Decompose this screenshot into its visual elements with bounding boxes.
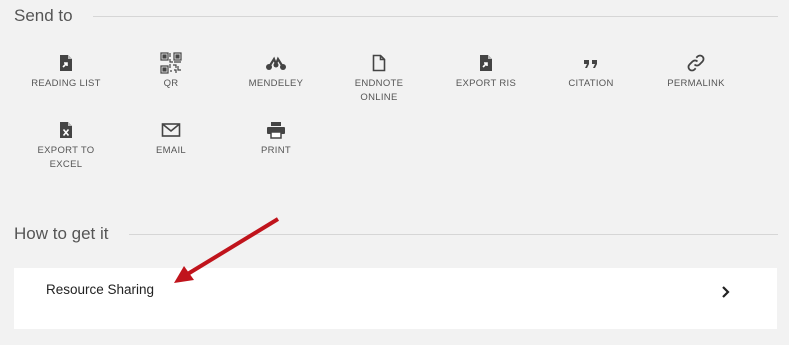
qr-button[interactable]: QR — [125, 52, 217, 91]
mendeley-label: MENDELEY — [248, 78, 304, 89]
email-label: EMAIL — [155, 145, 186, 156]
email-button[interactable]: EMAIL — [125, 119, 217, 158]
permalink-button[interactable]: PERMALINK — [650, 52, 742, 91]
quote-icon — [583, 52, 599, 74]
how-to-get-it-title: How to get it — [14, 224, 109, 243]
citation-label: CITATION — [568, 78, 614, 89]
excel-file-icon — [59, 119, 73, 141]
reading-list-icon — [59, 52, 73, 74]
document-icon — [372, 52, 386, 74]
printer-icon — [266, 119, 286, 141]
export-file-icon — [479, 52, 493, 74]
print-button[interactable]: PRINT — [230, 119, 322, 158]
endnote-online-button[interactable]: ENDNOTE ONLINE — [333, 52, 425, 105]
citation-button[interactable]: CITATION — [545, 52, 637, 91]
send-to-header: Send to — [14, 6, 778, 26]
export-to-excel-button[interactable]: EXPORT TO EXCEL — [20, 119, 112, 172]
qr-label: QR — [163, 78, 179, 89]
chevron-right-icon — [720, 284, 732, 305]
reading-list-label: READING LIST — [31, 78, 101, 89]
permalink-label: PERMALINK — [667, 78, 725, 89]
export-ris-button[interactable]: EXPORT RIS — [440, 52, 532, 91]
resource-sharing-option[interactable]: Resource Sharing — [14, 268, 777, 329]
export-to-excel-label: EXPORT TO EXCEL — [37, 145, 95, 170]
send-to-divider — [92, 15, 778, 17]
mendeley-button[interactable]: MENDELEY — [230, 52, 322, 91]
link-icon — [686, 52, 706, 74]
qr-code-icon — [160, 52, 182, 74]
mendeley-icon — [265, 52, 287, 74]
endnote-online-label: ENDNOTE ONLINE — [354, 78, 404, 103]
how-to-get-it-header: How to get it — [14, 224, 778, 244]
how-to-get-it-divider — [128, 233, 778, 235]
print-label: PRINT — [261, 145, 291, 156]
export-ris-label: EXPORT RIS — [455, 78, 517, 89]
reading-list-button[interactable]: READING LIST — [20, 52, 112, 91]
send-to-title: Send to — [14, 6, 73, 25]
resource-sharing-label: Resource Sharing — [46, 282, 155, 297]
envelope-icon — [161, 119, 181, 141]
